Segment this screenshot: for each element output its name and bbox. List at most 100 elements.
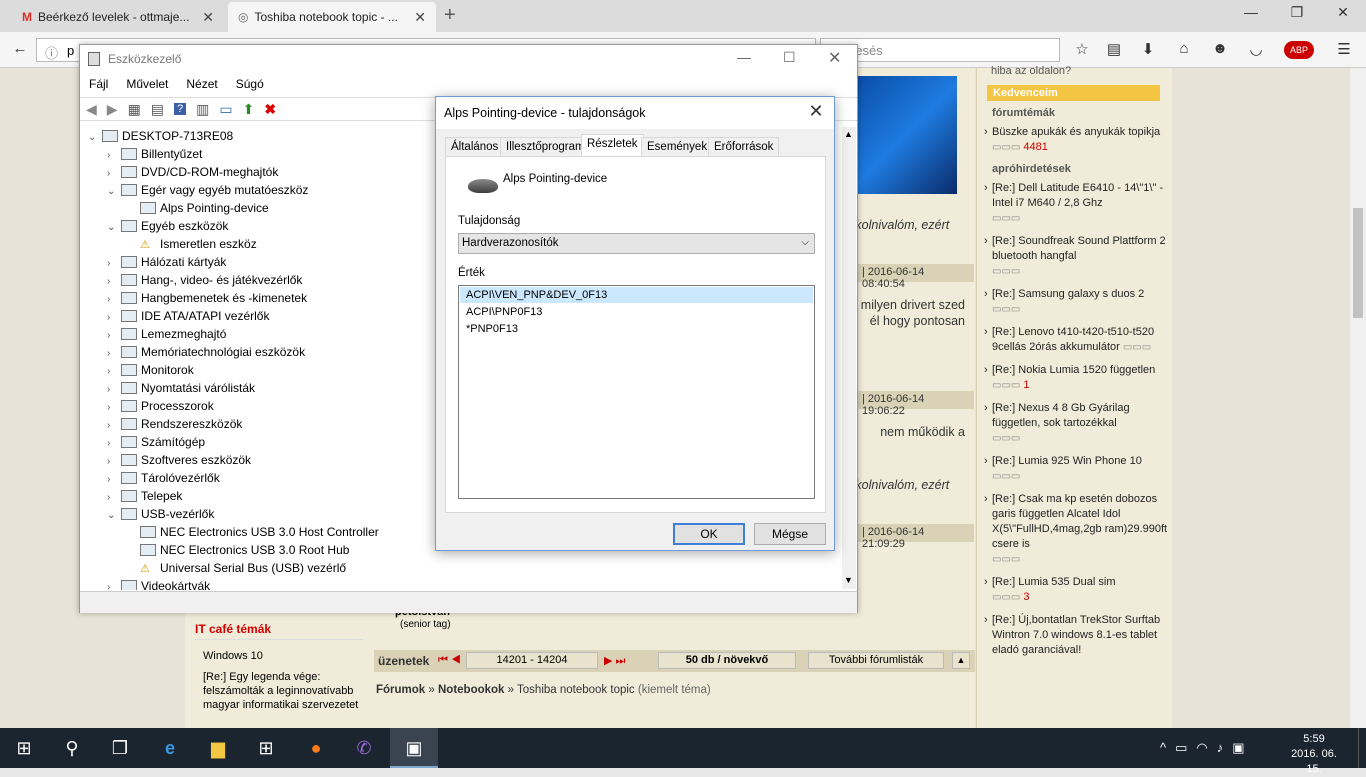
device-category[interactable]: › Hálózati kártyák: [107, 253, 226, 271]
window-titlebar[interactable]: Eszközkezelő — ☐ ✕: [80, 45, 857, 73]
search-icon[interactable]: ⚲: [48, 728, 96, 768]
close-icon[interactable]: ✕: [804, 101, 828, 122]
more-lists-select[interactable]: További fórumlisták: [808, 652, 944, 669]
device-category[interactable]: › Telepek: [107, 487, 182, 505]
tab-driver[interactable]: Illesztőprogram: [500, 137, 591, 157]
device-category[interactable]: › Rendszereszközök: [107, 415, 242, 433]
device-category[interactable]: › Billentyűzet: [107, 145, 202, 163]
close-icon[interactable]: ✕: [828, 48, 841, 68]
device-category[interactable]: › Nyomtatási várólisták: [107, 379, 255, 397]
cancel-button[interactable]: Mégse: [754, 523, 826, 545]
tab-details[interactable]: Részletek: [581, 134, 644, 157]
back-icon[interactable]: ←: [10, 40, 30, 60]
home-icon[interactable]: ⌂: [1174, 40, 1194, 60]
device-category[interactable]: › Memóriatechnológiai eszközök: [107, 343, 305, 361]
computer-node[interactable]: ⌄ DESKTOP-713RE08: [88, 127, 233, 145]
tree-scrollbar[interactable]: ▲ ▼: [842, 127, 856, 589]
dialog-titlebar[interactable]: Alps Pointing-device - tulajdonságok: [436, 97, 834, 129]
list-item[interactable]: [Re:] Lumia 925 Win Phone 10▭▭▭: [984, 454, 1172, 484]
browser-tab-forum[interactable]: ◎ Toshiba notebook topic - ... ✕: [228, 2, 436, 32]
device-item[interactable]: NEC Electronics USB 3.0 Host Controller: [126, 523, 379, 541]
device-category[interactable]: › Lemezmeghajtó: [107, 325, 226, 343]
chevron-right-icon[interactable]: ›: [107, 579, 121, 590]
viber-icon[interactable]: ✆: [340, 728, 388, 768]
per-page-select[interactable]: 50 db / növekvő: [658, 652, 796, 669]
list-item[interactable]: [Re:] Csak ma kp esetén dobozos garis fü…: [984, 492, 1172, 567]
device-item[interactable]: Alps Pointing-device: [126, 199, 269, 217]
crumb-topic[interactable]: Toshiba notebook topic: [517, 684, 635, 696]
list-item[interactable]: [Re:] Lenovo t410-t420-t510-t520 9cellás…: [984, 325, 1172, 355]
tab-resources[interactable]: Erőforrások: [708, 137, 780, 157]
list-item[interactable]: [Re:] Samsung galaxy s duos 2▭▭▭: [984, 287, 1172, 317]
device-category[interactable]: › IDE ATA/ATAPI vezérlők: [107, 307, 269, 325]
maximize-icon[interactable]: ❐: [1274, 4, 1320, 21]
clock[interactable]: 5:59 2016. 06. 15.: [1282, 732, 1346, 777]
browser-tab-gmail[interactable]: M Beérkező levelek - ottmaje... ✕: [12, 2, 224, 32]
list-item[interactable]: [Re:] Dell Latitude E6410 - 14\"1\" - In…: [984, 181, 1172, 226]
chevron-down-icon[interactable]: ⌄: [107, 507, 121, 525]
list-item[interactable]: [Re:] Nokia Lumia 1520 független ▭▭▭ 1: [984, 363, 1172, 393]
menu-help[interactable]: Súgó: [227, 73, 273, 95]
help-icon[interactable]: ?: [174, 103, 187, 115]
show-desktop-button[interactable]: [1358, 728, 1366, 768]
value-list[interactable]: ACPI\VEN_PNP&DEV_0F13 ACPI\PNP0F13 *PNP0…: [458, 285, 815, 499]
scroll-up-icon[interactable]: ▲: [844, 129, 853, 139]
device-category[interactable]: › Videokártyák: [107, 577, 210, 590]
list-item[interactable]: [Re:] Lumia 535 Dual sim▭▭▭ 3: [984, 575, 1172, 605]
firefox-icon[interactable]: ●: [292, 728, 340, 768]
menu-view[interactable]: Nézet: [177, 73, 226, 95]
forward-icon[interactable]: ▶: [107, 101, 118, 118]
crumb-forums[interactable]: Fórumok: [376, 684, 425, 696]
tab-general[interactable]: Általános: [445, 137, 505, 157]
favorites-header[interactable]: Kedvenceim: [987, 85, 1160, 101]
minimize-icon[interactable]: —: [737, 49, 751, 65]
last-page-icon[interactable]: ▶ ⏭: [604, 654, 625, 668]
view-icon[interactable]: ▤: [151, 101, 164, 118]
itcafe-item[interactable]: [Re:] Egy legenda vége: felszámolták a l…: [203, 670, 363, 712]
system-tray[interactable]: ^▭◠♪▣: [1160, 740, 1254, 756]
windows-start-icon[interactable]: ⊞: [0, 728, 48, 768]
update-driver-icon[interactable]: ⬆: [243, 101, 255, 118]
device-category[interactable]: › Hang-, video- és játékvezérlők: [107, 271, 302, 289]
uninstall-icon[interactable]: ✖: [264, 101, 276, 118]
device-item[interactable]: NEC Electronics USB 3.0 Root Hub: [126, 541, 349, 559]
value-row[interactable]: *PNP0F13: [460, 321, 813, 337]
device-category[interactable]: › Hangbemenetek és -kimenetek: [107, 289, 307, 307]
value-row[interactable]: ACPI\PNP0F13: [460, 304, 813, 320]
chevron-down-icon[interactable]: ⌄: [107, 183, 121, 201]
scan-icon[interactable]: ▭: [219, 101, 232, 118]
chevron-down-icon[interactable]: ⌄: [88, 129, 102, 147]
star-icon[interactable]: ☆: [1072, 40, 1092, 60]
menu-action[interactable]: Művelet: [117, 73, 177, 95]
device-category[interactable]: › Processzorok: [107, 397, 214, 415]
list-item[interactable]: [Re:] Új,bontatlan TrekStor Surftab Wint…: [984, 613, 1172, 658]
download-icon[interactable]: ⬇: [1138, 40, 1158, 60]
first-page-icon[interactable]: ⏮ ◀: [438, 654, 461, 667]
device-category[interactable]: › DVD/CD-ROM-meghajtók: [107, 163, 278, 181]
list-item[interactable]: Büszke apukák és anyukák topikja ▭▭▭ 448…: [984, 125, 1172, 155]
close-window-icon[interactable]: ✕: [1320, 4, 1366, 21]
ok-button[interactable]: OK: [673, 523, 745, 545]
file-explorer-icon[interactable]: ▆: [194, 728, 242, 768]
device-category[interactable]: › Számítógép: [107, 433, 205, 451]
device-category[interactable]: ⌄ Egér vagy egyéb mutatóeszköz: [107, 181, 308, 199]
reading-list-icon[interactable]: ▤: [1104, 40, 1124, 60]
scroll-down-icon[interactable]: ▼: [844, 575, 853, 585]
close-icon[interactable]: ✕: [202, 9, 214, 26]
device-manager-taskbar-icon[interactable]: ▣: [390, 728, 438, 768]
task-view-icon[interactable]: ❐: [96, 728, 144, 768]
page-range-select[interactable]: 14201 - 14204: [466, 652, 598, 669]
details-icon[interactable]: ▥: [196, 101, 209, 118]
device-item[interactable]: ⚠ Ismeretlen eszköz: [126, 235, 257, 253]
device-category[interactable]: › Tárolóvezérlők: [107, 469, 220, 487]
device-item[interactable]: ⚠ Universal Serial Bus (USB) vezérlő: [126, 559, 346, 577]
properties-icon[interactable]: ▦: [128, 101, 141, 118]
device-category[interactable]: › Szoftveres eszközök: [107, 451, 251, 469]
back-icon[interactable]: ◀: [86, 101, 97, 118]
page-scrollbar[interactable]: [1350, 68, 1366, 728]
device-category[interactable]: ⌄ Egyéb eszközök: [107, 217, 228, 235]
list-item[interactable]: [Re:] Nexus 4 8 Gb Gyárilag független, s…: [984, 401, 1172, 446]
minimize-icon[interactable]: —: [1228, 4, 1274, 20]
pocket-icon[interactable]: ◡: [1246, 40, 1266, 60]
menu-icon[interactable]: ☰: [1334, 40, 1354, 60]
